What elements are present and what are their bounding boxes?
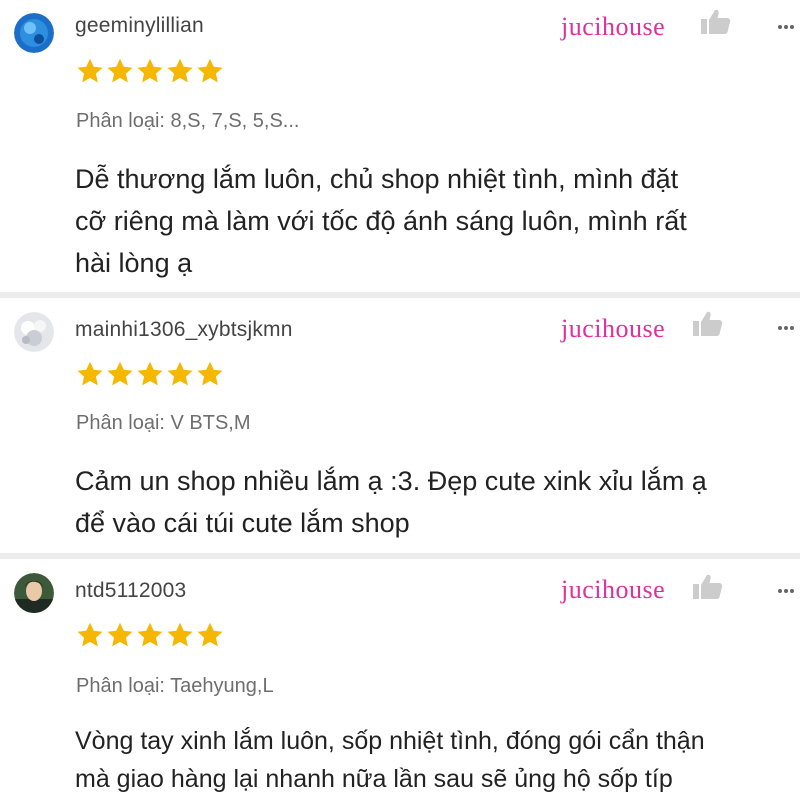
thumbs-up-icon[interactable] <box>700 8 732 36</box>
star-rating <box>76 360 224 388</box>
comment-line: cỡ riêng mà làm với tốc độ ánh sáng luôn… <box>75 206 687 236</box>
star-icon <box>106 621 134 649</box>
comment-line: Cảm un shop nhiều lắm ạ :3. Đẹp cute xin… <box>75 466 707 496</box>
comment-line: để vào cái túi cute lắm shop <box>75 508 410 538</box>
comment-line: mà giao hàng lại nhanh nữa lần sau sẽ ủn… <box>75 765 673 793</box>
more-options-icon[interactable] <box>778 325 794 331</box>
user-avatar[interactable] <box>14 13 54 53</box>
more-options-icon[interactable] <box>778 24 794 30</box>
star-icon <box>166 360 194 388</box>
star-icon <box>76 360 104 388</box>
user-avatar[interactable] <box>14 573 54 613</box>
review-card: mainhi1306_xybtsjkmn jucihouse Phân loại… <box>0 298 800 553</box>
more-options-icon[interactable] <box>778 588 794 594</box>
star-icon <box>136 57 164 85</box>
variation-label: Phân loại: 8,S, 7,S, 5,S... <box>76 110 300 132</box>
star-icon <box>196 360 224 388</box>
star-icon <box>76 621 104 649</box>
review-username[interactable]: mainhi1306_xybtsjkmn <box>75 318 293 342</box>
thumbs-up-icon[interactable] <box>692 310 724 338</box>
review-comment: Vòng tay xinh lắm luôn, sốp nhiệt tình, … <box>75 722 800 798</box>
star-icon <box>166 621 194 649</box>
review-username[interactable]: geeminylillian <box>75 14 204 38</box>
shop-name: jucihouse <box>561 314 666 343</box>
star-rating <box>76 621 224 649</box>
star-icon <box>196 621 224 649</box>
review-card: ntd5112003 jucihouse Phân loại: Taehyung… <box>0 559 800 800</box>
comment-line: Dễ thương lắm luôn, chủ shop nhiệt tình,… <box>75 164 679 194</box>
star-icon <box>166 57 194 85</box>
comment-line: Vòng tay xinh lắm luôn, sốp nhiệt tình, … <box>75 727 705 755</box>
star-icon <box>136 621 164 649</box>
star-icon <box>196 57 224 85</box>
star-rating <box>76 57 224 85</box>
thumbs-up-icon[interactable] <box>692 573 724 601</box>
variation-label: Phân loại: Taehyung,L <box>76 675 274 697</box>
review-comment: Dễ thương lắm luôn, chủ shop nhiệt tình,… <box>75 158 800 284</box>
star-icon <box>106 360 134 388</box>
review-comment: Cảm un shop nhiều lắm ạ :3. Đẹp cute xin… <box>75 460 800 544</box>
review-card: geeminylillian jucihouse Phân loại: 8,S,… <box>0 0 800 292</box>
shop-name: jucihouse <box>561 575 666 604</box>
star-icon <box>106 57 134 85</box>
user-avatar[interactable] <box>14 312 54 352</box>
shop-name: jucihouse <box>561 12 666 41</box>
variation-label: Phân loại: V BTS,M <box>76 412 251 434</box>
comment-line: hài lòng ạ <box>75 248 193 278</box>
star-icon <box>76 57 104 85</box>
star-icon <box>136 360 164 388</box>
review-username[interactable]: ntd5112003 <box>75 579 186 603</box>
